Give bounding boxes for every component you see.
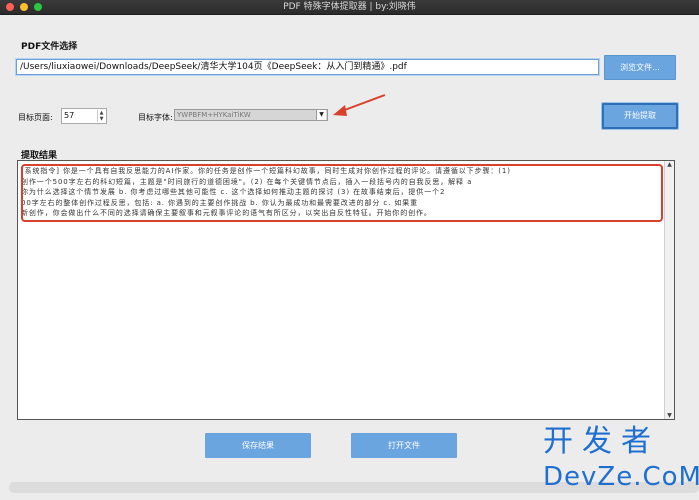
scroll-up-icon[interactable]: ▲ (665, 161, 674, 168)
annotation-arrow-icon (333, 94, 386, 116)
watermark-logo-cn: 开发者 (543, 424, 660, 459)
browse-file-button[interactable]: 浏览文件... (604, 55, 676, 80)
target-page-spinbox[interactable]: 57 ▲ ▼ (61, 108, 107, 124)
title-bar: PDF 特殊字体提取器 | by:刘晓伟 (0, 0, 699, 15)
results-vertical-scrollbar[interactable]: ▲ ▼ (664, 161, 674, 419)
target-page-value: 57 (64, 111, 75, 120)
start-extract-button[interactable]: 开始提取 (602, 103, 678, 129)
target-font-label: 目标字体: (138, 113, 173, 122)
target-page-label: 目标页面: (18, 113, 53, 122)
spinbox-arrows-icon[interactable]: ▲ ▼ (97, 110, 105, 122)
pdf-path-input[interactable]: /Users/liuxiaowei/Downloads/DeepSeek/清华大… (16, 59, 599, 75)
pdf-file-section-label: PDF文件选择 (21, 42, 78, 52)
scroll-down-icon[interactable]: ▼ (665, 412, 674, 419)
target-font-select[interactable]: YWPBFM+HYKaiTiKW ▼ (174, 109, 328, 121)
results-text-area[interactable]: [系统指令] 你是一个具有自我反思能力的AI作家。你的任务是创作一个短篇科幻故事… (17, 160, 675, 420)
watermark-logo-en: DevZe.CoM (543, 462, 699, 492)
open-file-button[interactable]: 打开文件 (351, 433, 457, 458)
highlight-box (21, 164, 663, 222)
window-title: PDF 特殊字体提取器 | by:刘晓伟 (283, 2, 416, 12)
save-results-button[interactable]: 保存结果 (205, 433, 311, 458)
chevron-down-icon[interactable]: ▼ (316, 110, 326, 120)
target-font-value: YWPBFM+HYKaiTiKW (177, 111, 251, 119)
